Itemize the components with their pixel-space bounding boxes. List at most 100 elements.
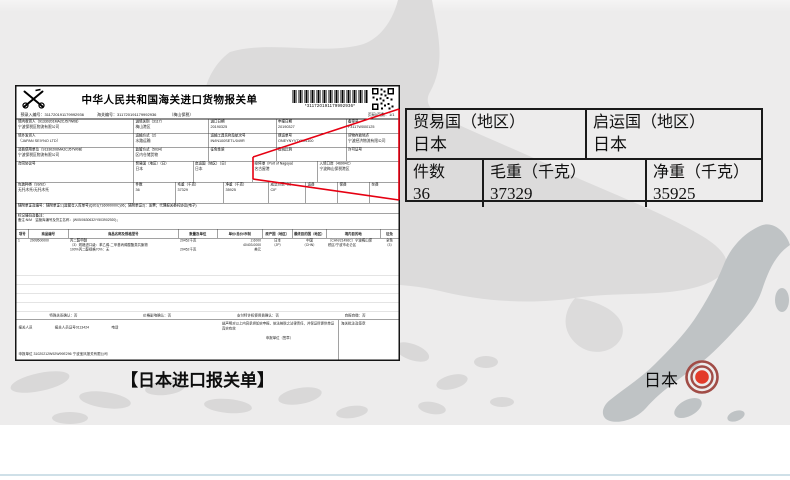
field-value: 宁波梅山保税港区 bbox=[320, 166, 398, 171]
goods-quantity: 20452千克 bbox=[180, 239, 216, 243]
col-exemption: 征免 bbox=[381, 230, 399, 239]
goods-item-no: 1 bbox=[17, 239, 29, 267]
col-hs-code: 商品编号 bbox=[29, 230, 69, 239]
col-destination-country: 最终目的国（地区） bbox=[293, 230, 327, 239]
field-value: 宁波经济物流有限公司 bbox=[348, 138, 397, 143]
field-label: 运费 bbox=[308, 183, 337, 187]
doc-row-marks: 标记唛码及备注：备注:N/M 监管库编号及货主名称：(W05/0630632/Y… bbox=[17, 214, 399, 230]
trade-country-label: 贸易国（地区） bbox=[413, 112, 579, 134]
field-value: 37329 bbox=[178, 187, 223, 192]
declarant-id: 报关人员证号0113424 bbox=[55, 326, 89, 330]
gross-weight-value: 37329 bbox=[490, 183, 639, 205]
self-declare-confirm: 自报自缴：否 bbox=[345, 313, 366, 318]
goods-table-header: 项号 商品编号 商品名称及规格型号 数量及单位 单价/总价/币制 原产国（地区）… bbox=[17, 230, 399, 239]
barcode: *311720191179992936* bbox=[293, 90, 368, 108]
col-origin: 原产国（地区） bbox=[263, 230, 293, 239]
goods-spec2: 100%丙二醇规格70%：无 bbox=[70, 248, 177, 252]
document-number-line: 预录入编号：311720191179992936 海关编号：3117201911… bbox=[17, 111, 399, 120]
net-weight-label: 净重（千克） bbox=[653, 162, 755, 184]
goods-quantity2: 20452千克 bbox=[180, 248, 216, 252]
pre-entry-number: 预录入编号：311720191179992936 bbox=[21, 112, 84, 118]
document-paper: 中华人民共和国海关进口货物报关单 *311720191179992936* bbox=[15, 85, 400, 361]
field-value: 名古屋港 bbox=[255, 166, 317, 171]
field-value: 宁波保税区物流有限公司 bbox=[18, 124, 132, 129]
field-value: 水路运输 bbox=[136, 138, 208, 143]
callout-detail-table: 贸易国（地区） 日本 启运国（地区） 日本 件数 36 毛重（千克） 37329… bbox=[405, 108, 763, 202]
col-domestic-destination: 境内目的地 bbox=[327, 230, 381, 239]
packages-value: 36 bbox=[413, 183, 476, 205]
japan-target-marker-icon bbox=[680, 355, 724, 399]
goods-currency: 美元 bbox=[219, 248, 261, 252]
field-value: ONEYNYV7X904100 bbox=[278, 138, 345, 143]
goods-origin-code: （JP） bbox=[264, 243, 291, 247]
attached-documents: 随附单证及编号：随附单证1:(监管仓入库单号)Q201(716000000C)0… bbox=[18, 204, 397, 208]
goods-table-empty-rows bbox=[17, 267, 399, 312]
japan-map-label: 日本 bbox=[644, 366, 678, 391]
phone-label: 电话 bbox=[111, 326, 118, 330]
special-relation-confirm: 特殊关系确认：否 bbox=[49, 313, 77, 318]
field-value: （JAPAN SEIYNO LTD） bbox=[18, 138, 132, 143]
page-number: 页码/页数：1/1 bbox=[368, 112, 395, 118]
document-header: 中华人民共和国海关进口货物报关单 *311720191179992936* bbox=[17, 87, 399, 111]
field-label: 保费 bbox=[340, 183, 369, 187]
field-value: IN/IN100SETL/049R bbox=[211, 138, 275, 143]
doc-row-trade-countries: 合同协议号 贸易国（地区）（日）日本 启运国（地区）（日）日本 经停港（Port… bbox=[17, 162, 399, 183]
field-value: 20190325 bbox=[211, 124, 275, 129]
departure-country-value: 日本 bbox=[593, 134, 755, 156]
field-label: 征免性质 bbox=[211, 148, 275, 152]
customs-declaration-document: 中华人民共和国海关进口货物报关单 *311720191179992936* bbox=[15, 85, 400, 361]
barcode-number: *311720191179992936* bbox=[293, 103, 368, 108]
departure-country-label: 启运国（地区） bbox=[593, 112, 755, 134]
field-value: 35925 bbox=[226, 187, 268, 192]
field-label: 许可证号 bbox=[348, 148, 397, 152]
image-caption: 【日本进口报关单】 bbox=[121, 366, 274, 391]
net-weight-value: 35925 bbox=[653, 183, 755, 205]
marks-value: 备注:N/M 监管库编号及货主名称：(W05/0630632/Y50390292… bbox=[18, 218, 397, 222]
field-value: 宁波保税区物流有限公司 bbox=[18, 152, 132, 157]
field-value: 梅山港区 bbox=[136, 124, 208, 129]
declarant-label: 报关人员 bbox=[19, 326, 33, 330]
customs-emblem-icon bbox=[21, 89, 47, 110]
field-value: 日本 bbox=[195, 166, 251, 171]
goods-table-row: 1 2909500000 丙二醇甲醚 （3）规格进口级：苯乙烯-二甲基丙烯酸酯类… bbox=[17, 239, 399, 267]
field-value: 36 bbox=[136, 187, 175, 192]
col-item-no: 项号 bbox=[17, 230, 29, 239]
customs-number: 海关编号：311720191179992936 bbox=[97, 112, 156, 118]
doc-row-weights: 包装种类（93/92）无托木托/无托木托 件数36 毛重（千克）37329 净重… bbox=[17, 183, 399, 204]
col-quantity: 数量及单位 bbox=[179, 230, 218, 239]
document-title: 中华人民共和国海关进口货物报关单 bbox=[47, 92, 293, 107]
field-value: 无托木托/无托木托 bbox=[18, 187, 132, 192]
field-label: 征税比例 bbox=[278, 148, 345, 152]
royalty-confirm: 支付特许权使用费确认：否 bbox=[237, 313, 279, 318]
declaring-company: 申报单位 31020212W92W99E296 宁波宝凤报关有限公司 bbox=[19, 352, 108, 357]
trade-country-value: 日本 bbox=[413, 134, 579, 156]
confirmation-row: 特殊关系确认：否 价格影响确认：否 支付特许权使用费确认：否 自报自缴：否 bbox=[17, 312, 399, 321]
footer-divider-line bbox=[0, 474, 790, 476]
declaration-signature-label: 申报单位（签章） bbox=[222, 336, 337, 341]
doc-row-consignee: 境内收货人（91330201MA2CJ57W08）宁波保税区物流有限公司 进境关… bbox=[17, 120, 399, 134]
field-label: 杂费 bbox=[372, 183, 398, 187]
gross-weight-label: 毛重（千克） bbox=[490, 162, 639, 184]
packages-label: 件数 bbox=[413, 162, 476, 184]
document-footer: 报关人员 报关人员证号0113424 电话 申报单位 31020212W92W9… bbox=[17, 320, 399, 360]
goods-hs-code: 2909500000 bbox=[29, 239, 69, 267]
field-value: 日本 bbox=[136, 166, 192, 171]
price-influence-confirm: 价格影响确认：否 bbox=[143, 313, 171, 318]
qr-code-icon bbox=[372, 88, 395, 111]
goods-destination-code: （CHN） bbox=[294, 243, 325, 247]
declaration-statement: 兹声明对以上内容承担如实申报、依法纳税之法律责任，并保证所提供单证真实有效 bbox=[222, 322, 337, 332]
field-value: CIF bbox=[271, 187, 305, 192]
customs-stamp-box: 海关批注及签章 bbox=[339, 320, 399, 360]
barcode-stripes bbox=[293, 90, 368, 103]
customs-number-note: （梅山保税） bbox=[169, 112, 193, 118]
col-price: 单价/总价/币制 bbox=[218, 230, 263, 239]
map-peninsula bbox=[566, 298, 623, 352]
doc-row-documents: 随附单证及编号：随附单证1:(监管仓入库单号)Q201(716000000C)0… bbox=[17, 204, 399, 214]
field-value: F3117W000125 bbox=[348, 124, 397, 129]
field-value: 20190327 bbox=[278, 124, 345, 129]
goods-domestic-destination2: 税区/宁波市北仑区 bbox=[328, 243, 379, 247]
goods-exemption-code: （3） bbox=[382, 243, 397, 247]
doc-row-consumer: 消费使用单位（91330206MA2CJ57W0B）宁波保税区物流有限公司 监管… bbox=[17, 148, 399, 162]
col-goods-name: 商品名称及规格型号 bbox=[69, 230, 179, 239]
doc-row-shipper: 境外发货人（JAPAN SEIYNO LTD） 运输方式（2）水路运输 运输工具… bbox=[17, 134, 399, 148]
